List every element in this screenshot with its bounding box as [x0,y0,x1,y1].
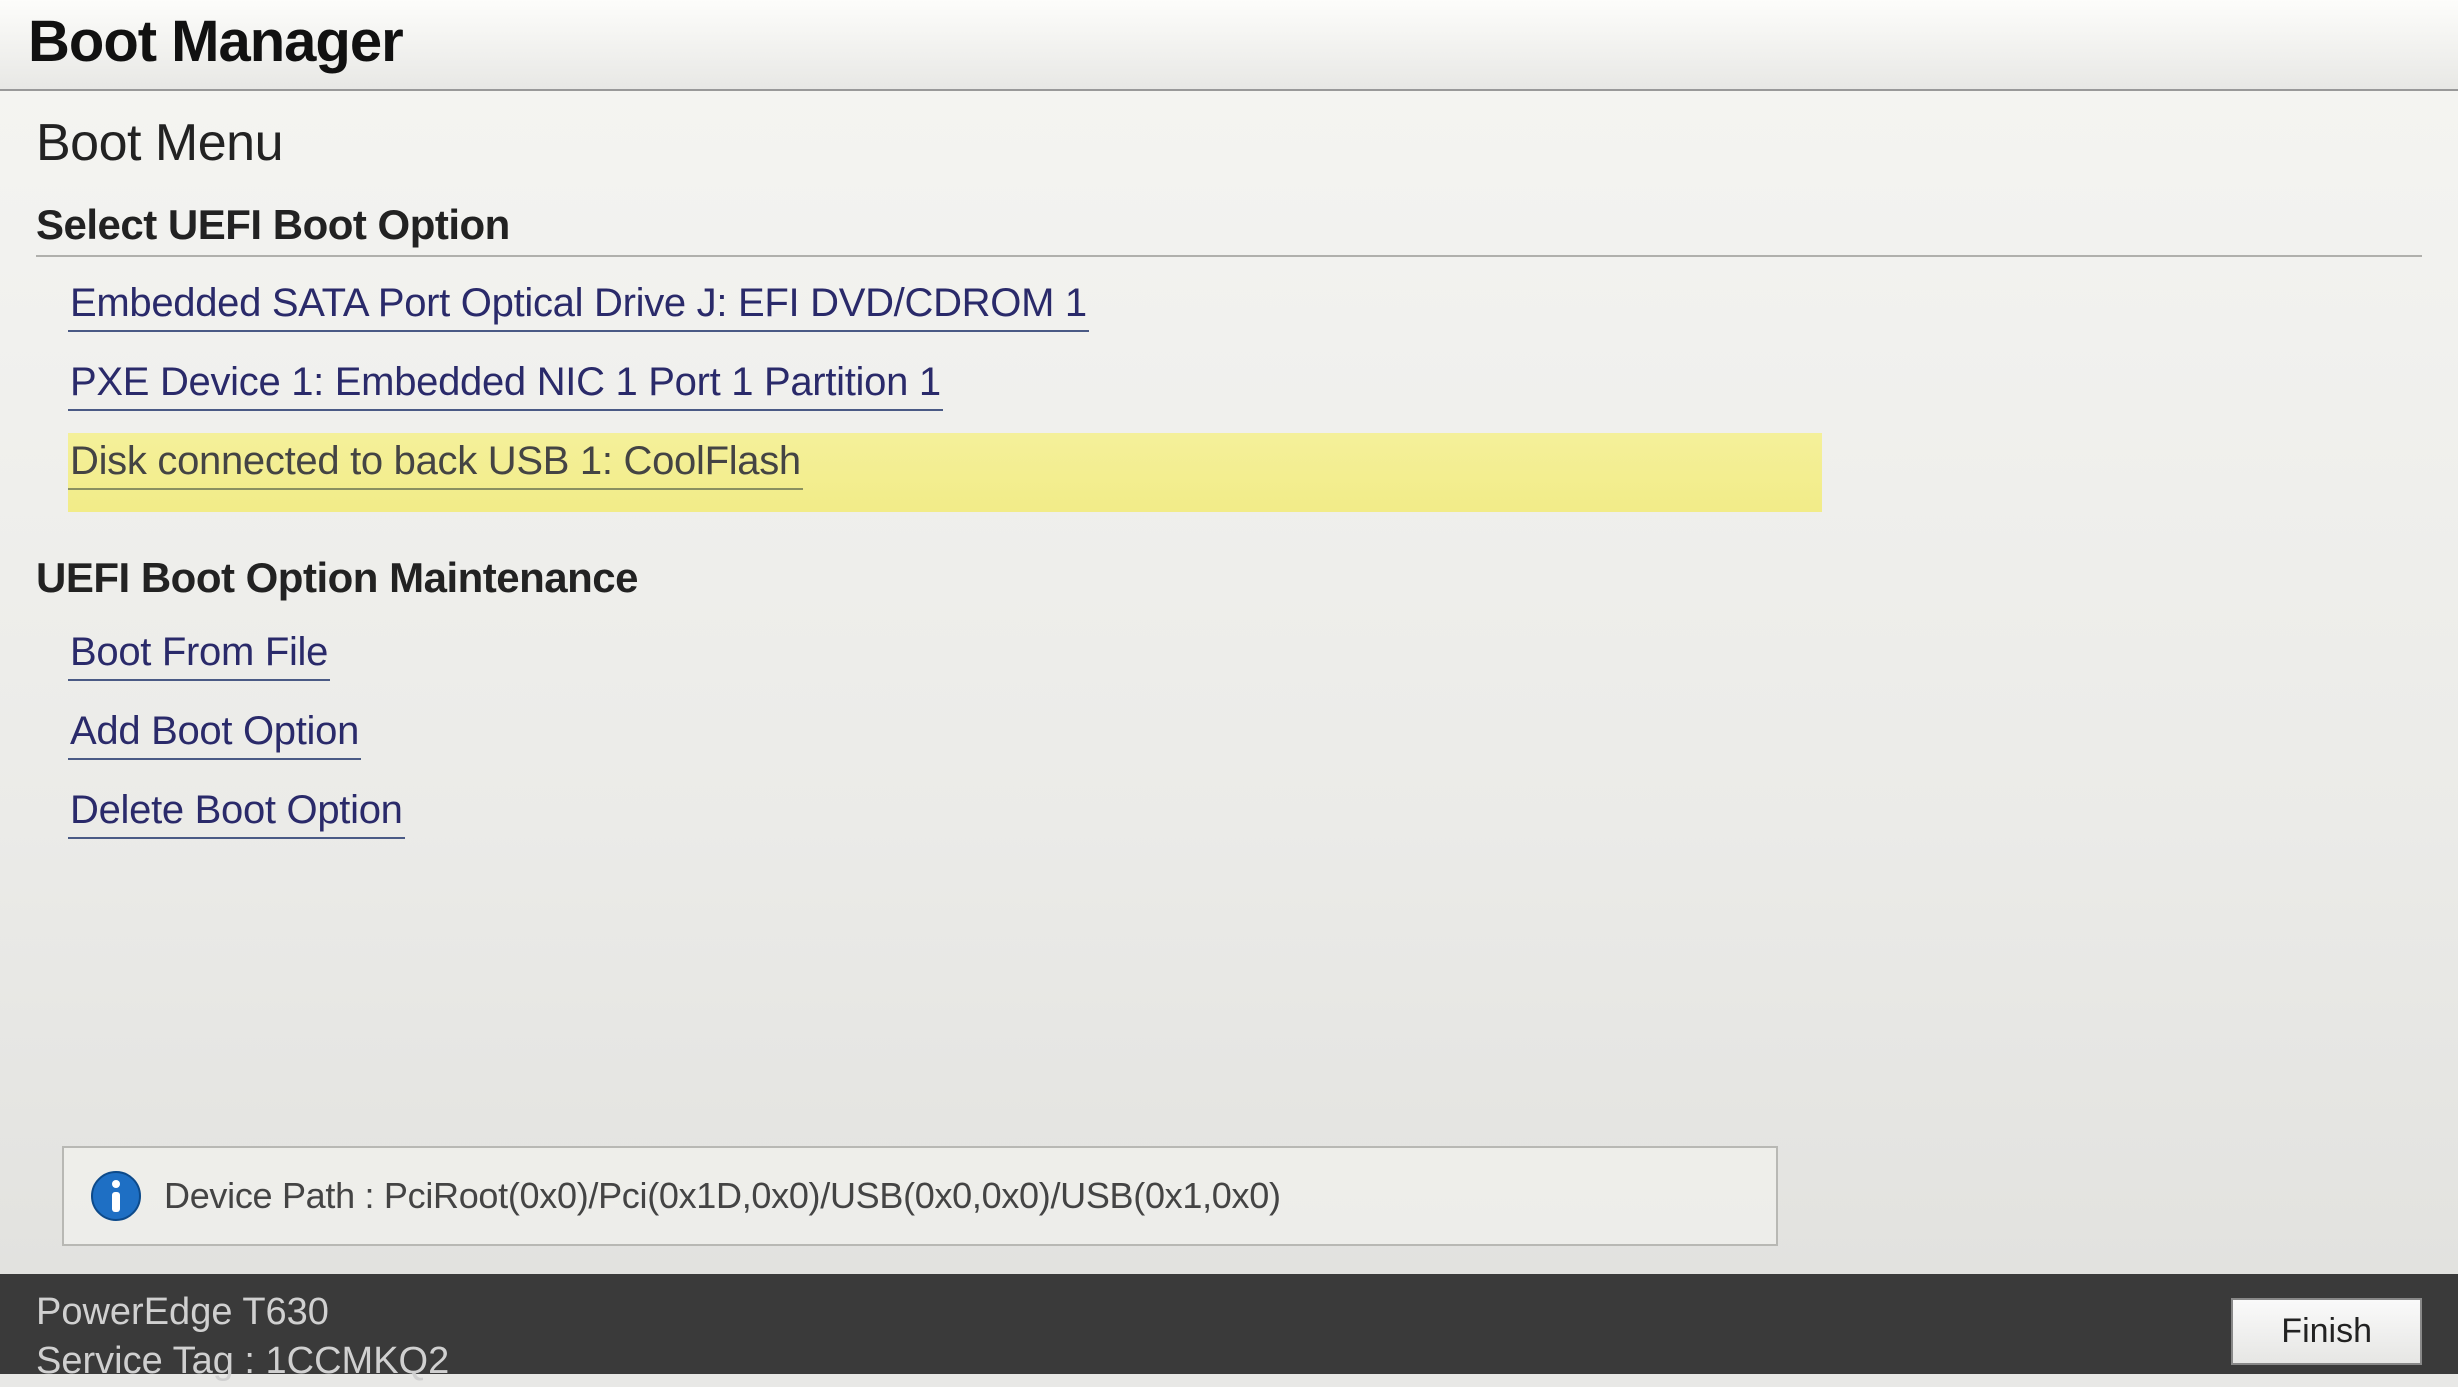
footer-info: PowerEdge T630 Service Tag : 1CCMKQ2 [36,1288,449,1387]
service-tag-line: Service Tag : 1CCMKQ2 [36,1337,449,1386]
finish-button[interactable]: Finish [2231,1298,2422,1365]
page-title: Boot Manager [28,8,2430,75]
info-box: Device Path : PciRoot(0x0)/Pci(0x1D,0x0)… [62,1146,1778,1246]
service-tag-value: 1CCMKQ2 [266,1340,450,1382]
add-boot-option[interactable]: Add Boot Option [68,703,361,760]
maintenance-option-row[interactable]: Delete Boot Option [68,782,2422,861]
boot-option-pxe[interactable]: PXE Device 1: Embedded NIC 1 Port 1 Part… [68,354,943,411]
boot-option-list: Embedded SATA Port Optical Drive J: EFI … [68,275,2422,512]
title-bar: Boot Manager [0,0,2458,91]
service-tag-label: Service Tag : [36,1340,255,1382]
model-label: PowerEdge T630 [36,1288,449,1337]
delete-boot-option[interactable]: Delete Boot Option [68,782,405,839]
boot-manager-window: Boot Manager Boot Menu Select UEFI Boot … [0,0,2458,1374]
maintenance-option-row[interactable]: Add Boot Option [68,703,2422,782]
boot-option-row-selected[interactable]: Disk connected to back USB 1: CoolFlash [68,433,1822,512]
maintenance-option-list: Boot From File Add Boot Option Delete Bo… [68,624,2422,861]
info-icon [90,1170,142,1222]
boot-option-row[interactable]: PXE Device 1: Embedded NIC 1 Port 1 Part… [68,354,2422,433]
content-area: Boot Menu Select UEFI Boot Option Embedd… [0,91,2458,861]
footer-bar: PowerEdge T630 Service Tag : 1CCMKQ2 Fin… [0,1274,2458,1374]
device-path-text: Device Path : PciRoot(0x0)/Pci(0x1D,0x0)… [164,1175,1281,1217]
select-uefi-heading: Select UEFI Boot Option [36,201,2422,257]
maintenance-heading: UEFI Boot Option Maintenance [36,554,2422,602]
boot-option-optical[interactable]: Embedded SATA Port Optical Drive J: EFI … [68,275,1089,332]
boot-option-row[interactable]: Embedded SATA Port Optical Drive J: EFI … [68,275,2422,354]
maintenance-option-row[interactable]: Boot From File [68,624,2422,703]
boot-option-usb[interactable]: Disk connected to back USB 1: CoolFlash [68,433,803,490]
boot-menu-subtitle: Boot Menu [36,113,2422,173]
boot-from-file-option[interactable]: Boot From File [68,624,330,681]
